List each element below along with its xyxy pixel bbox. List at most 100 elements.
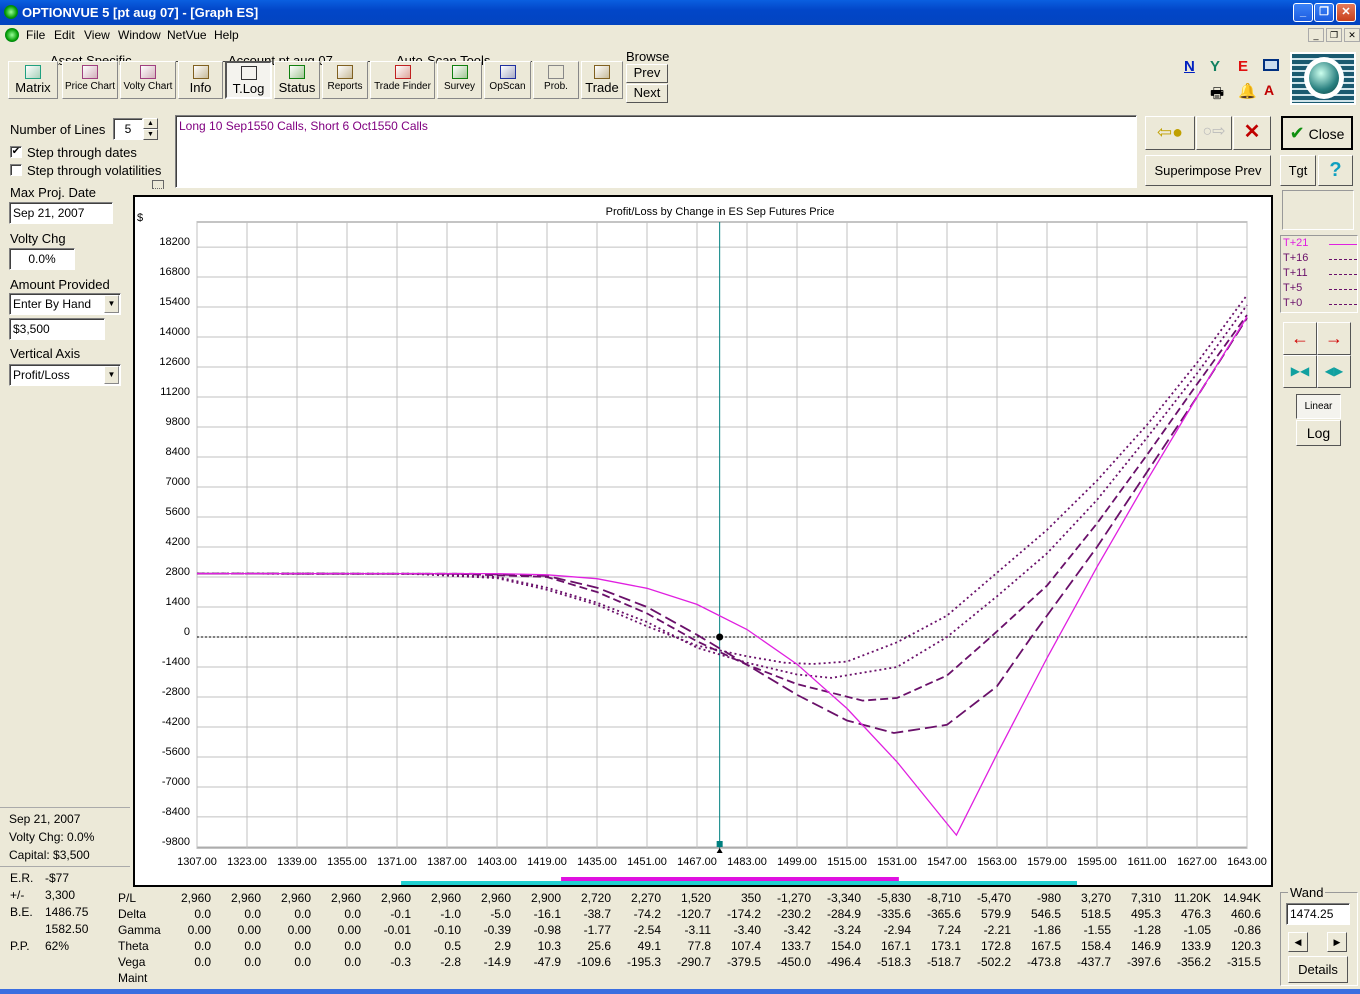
menu-file[interactable]: File bbox=[26, 28, 45, 42]
table-cell: -3.24 bbox=[833, 923, 861, 937]
table-cell: 158.4 bbox=[1080, 939, 1111, 953]
tgt-button[interactable]: Tgt bbox=[1280, 155, 1316, 186]
next-button[interactable]: Next bbox=[626, 84, 668, 103]
chevron-down-icon[interactable]: ▼ bbox=[104, 366, 119, 384]
close-window-button[interactable]: ✕ bbox=[1336, 3, 1356, 22]
spin-up-button[interactable]: ▲ bbox=[143, 118, 158, 129]
table-cell: -230.2 bbox=[776, 907, 811, 921]
x-tick-label: 1579.00 bbox=[1027, 856, 1067, 868]
table-cell: 350 bbox=[740, 891, 761, 905]
toolbar-button-label: Survey bbox=[443, 81, 476, 92]
summary-volty: Volty Chg: 0.0% bbox=[9, 830, 95, 844]
news-icon[interactable]: N bbox=[1184, 58, 1195, 75]
max-proj-date-input[interactable]: Sep 21, 2007 bbox=[9, 202, 113, 224]
y-tick-label: 11200 bbox=[160, 386, 190, 398]
number-of-lines-input[interactable]: 5 bbox=[113, 118, 143, 140]
delete-button[interactable]: ✕ bbox=[1233, 116, 1271, 150]
table-cell: 0.0 bbox=[344, 907, 361, 921]
options-icon[interactable] bbox=[152, 180, 164, 189]
superimpose-prev-button[interactable]: Superimpose Prev bbox=[1145, 155, 1271, 186]
close-button[interactable]: ✔ Close bbox=[1281, 116, 1353, 150]
y-tick-label: 15400 bbox=[159, 296, 190, 308]
wand-right-button[interactable]: ▶ bbox=[1327, 932, 1347, 952]
back-button[interactable]: ⇦● bbox=[1145, 116, 1195, 150]
graph-frame: Profit/Loss by Change in ES Sep Futures … bbox=[133, 195, 1273, 887]
amount-provided-select[interactable]: Enter By Hand ▼ bbox=[9, 293, 121, 315]
chevron-down-icon[interactable]: ▼ bbox=[104, 295, 119, 313]
details-button[interactable]: Details bbox=[1288, 956, 1348, 983]
step-volatilities-checkbox[interactable] bbox=[10, 164, 22, 176]
arrow-left-icon: ⇦● bbox=[1157, 122, 1183, 142]
menu-edit[interactable]: Edit bbox=[54, 28, 75, 42]
stat-value: 62% bbox=[45, 939, 70, 953]
stat-key: E.R. bbox=[10, 871, 34, 885]
alarm-bell-icon[interactable]: 🔔 bbox=[1238, 82, 1257, 100]
help-button[interactable]: ? bbox=[1318, 155, 1353, 186]
table-cell: -437.7 bbox=[1076, 955, 1111, 969]
toolbar-button-label: Reports bbox=[327, 81, 363, 92]
toolbar-volty-chart-button[interactable]: Volty Chart bbox=[120, 61, 176, 99]
wand-input[interactable]: 1474.25 bbox=[1286, 903, 1350, 925]
wand-handle[interactable] bbox=[716, 841, 723, 847]
toolbar-trade-button[interactable]: Trade bbox=[581, 61, 623, 99]
shift-right-button[interactable]: → bbox=[1317, 322, 1351, 355]
step-dates-checkbox[interactable]: ✔ bbox=[10, 146, 22, 158]
linear-button[interactable]: Linear bbox=[1296, 394, 1341, 419]
toolbar-info-button[interactable]: Info bbox=[178, 61, 223, 99]
mdi-restore-button[interactable]: ❐ bbox=[1326, 28, 1342, 42]
alert-calendar-icon[interactable]: A bbox=[1264, 82, 1274, 98]
title-bar: OPTIONVUE 5 [pt aug 07] - [Graph ES] _ ❐… bbox=[0, 0, 1360, 25]
table-cell: 460.6 bbox=[1230, 907, 1261, 921]
wand-left-button[interactable]: ◀ bbox=[1288, 932, 1308, 952]
menu-help[interactable]: Help bbox=[214, 28, 239, 42]
pl-chart[interactable]: Profit/Loss by Change in ES Sep Futures … bbox=[135, 197, 1271, 885]
minimize-button[interactable]: _ bbox=[1293, 3, 1313, 22]
table-cell: -290.7 bbox=[676, 955, 711, 969]
app-icon[interactable] bbox=[4, 5, 18, 19]
log-button[interactable]: Log bbox=[1296, 420, 1341, 446]
card-icon[interactable] bbox=[1263, 59, 1279, 71]
tlog-icon bbox=[240, 66, 257, 80]
position-description[interactable]: Long 10 Sep1550 Calls, Short 6 Oct1550 C… bbox=[175, 115, 1137, 188]
y-tick-label: 18200 bbox=[159, 236, 190, 248]
toolbar-matrix-button[interactable]: Matrix bbox=[8, 61, 58, 99]
table-cell: 0.5 bbox=[444, 939, 461, 953]
toolbar-reports-button[interactable]: Reports bbox=[322, 61, 368, 99]
table-cell: 1,520 bbox=[680, 891, 711, 905]
forward-button: ○⇨ bbox=[1196, 116, 1232, 150]
table-cell: 14.94K bbox=[1222, 891, 1261, 905]
table-cell: 0.0 bbox=[194, 939, 211, 953]
vertical-axis-select[interactable]: Profit/Loss ▼ bbox=[9, 364, 121, 386]
shift-left-button[interactable]: ← bbox=[1283, 322, 1317, 355]
menu-window[interactable]: Window bbox=[118, 28, 161, 42]
toolbar-t-log-button[interactable]: T.Log bbox=[225, 61, 272, 99]
toolbar-trade-finder-button[interactable]: Trade Finder bbox=[370, 61, 435, 99]
y-tick-label: 7000 bbox=[166, 476, 190, 488]
amount-input[interactable]: $3,500 bbox=[9, 318, 105, 340]
menu-netvue[interactable]: NetVue bbox=[167, 28, 207, 42]
toolbar-prob-button[interactable]: Prob. bbox=[533, 61, 579, 99]
toolbar-price-chart-button[interactable]: Price Chart bbox=[62, 61, 118, 99]
toolbar-button-label: Info bbox=[189, 80, 212, 95]
table-cell: -496.4 bbox=[826, 955, 861, 969]
spin-down-button[interactable]: ▼ bbox=[143, 129, 158, 140]
legend-label: T+16 bbox=[1283, 252, 1309, 264]
table-cell: -0.01 bbox=[383, 923, 411, 937]
menu-view[interactable]: View bbox=[84, 28, 110, 42]
prev-button[interactable]: Prev bbox=[626, 64, 668, 83]
zoom-in-button[interactable]: ▶◀ bbox=[1283, 355, 1317, 388]
toolbar-status-button[interactable]: Status bbox=[274, 61, 320, 99]
table-cell: 49.1 bbox=[637, 939, 661, 953]
volty-chg-input[interactable]: 0.0% bbox=[9, 248, 75, 270]
toolbar-opscan-button[interactable]: OpScan bbox=[484, 61, 531, 99]
maximize-button[interactable]: ❐ bbox=[1314, 3, 1334, 22]
mdi-minimize-button[interactable]: _ bbox=[1308, 28, 1324, 42]
toolbar-survey-button[interactable]: Survey bbox=[437, 61, 482, 99]
doc-icon[interactable] bbox=[5, 28, 19, 42]
zoom-out-button[interactable]: ◀▶ bbox=[1317, 355, 1351, 388]
mdi-close-button[interactable]: ✕ bbox=[1344, 28, 1360, 42]
email-icon[interactable]: E bbox=[1238, 58, 1248, 75]
y-tick-label: 1400 bbox=[166, 596, 190, 608]
yahoo-icon[interactable]: Y bbox=[1210, 58, 1220, 75]
printer-icon[interactable]: 🖶 bbox=[1210, 83, 1224, 108]
